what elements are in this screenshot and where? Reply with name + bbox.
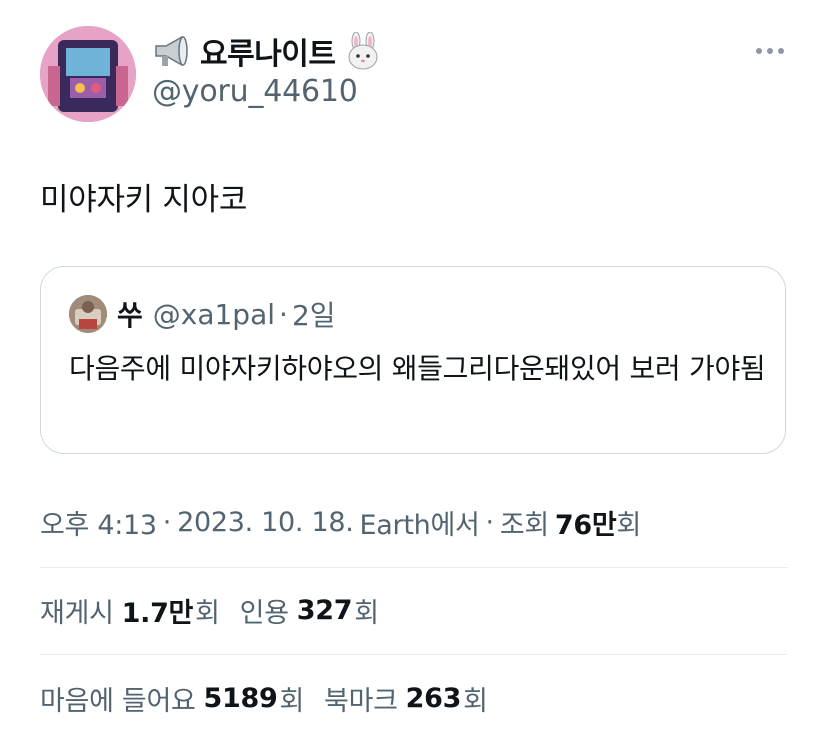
quoted-tweet[interactable]: 쑤 @xa1pal · 2일 다음주에 미야자키하야오의 왜들그리다운돼있어 보…: [40, 266, 786, 454]
views-suffix: 회: [616, 509, 641, 541]
engagement-row-1: 재게시 1.7만 회 인용 327 회: [40, 588, 399, 632]
author-handle[interactable]: @yoru_44610: [152, 74, 358, 109]
author-avatar[interactable]: [40, 26, 136, 122]
author-display-name: 요루나이트: [200, 37, 336, 72]
likes-value: 5189: [203, 682, 278, 714]
megaphone-icon: [152, 33, 192, 69]
tweet-source: Earth에서: [359, 509, 480, 541]
divider: [40, 567, 788, 568]
quote-author-avatar[interactable]: [69, 295, 107, 333]
likes-stat[interactable]: 마음에 들어요 5189 회: [40, 679, 304, 718]
quote-age[interactable]: 2일: [292, 294, 336, 334]
more-icon: [756, 48, 762, 54]
quote-text: 다음주에 미야자키하야오의 왜들그리다운돼있어 보러 가야됨: [69, 352, 766, 385]
bookmarks-label: 북마크: [324, 685, 398, 717]
tweet-date[interactable]: 2023. 10. 18.: [177, 507, 354, 538]
more-options-button[interactable]: [748, 36, 792, 66]
likes-label: 마음에 들어요: [40, 685, 196, 717]
views-value: 76만: [554, 509, 617, 541]
rabbit-icon: [344, 32, 382, 70]
views-label: 조회: [499, 509, 549, 541]
quote-author-name: 쑤: [117, 299, 143, 332]
bookmarks-stat[interactable]: 북마크 263 회: [324, 679, 488, 718]
more-icon-dot: [778, 48, 784, 54]
retweets-label: 재게시: [40, 597, 114, 629]
tweet-time[interactable]: 오후 4:13: [40, 503, 157, 542]
meta-separator: ·: [162, 506, 172, 538]
retweets-stat[interactable]: 재게시 1.7만 회: [40, 591, 220, 630]
likes-suffix: 회: [279, 685, 305, 717]
quote-avatar-image: [69, 295, 107, 333]
more-icon-dot: [767, 48, 773, 54]
quote-separator: ·: [279, 297, 288, 331]
meta-separator: ·: [485, 506, 495, 538]
bookmarks-value: 263: [405, 682, 462, 714]
quotes-label: 인용: [239, 597, 289, 629]
quotes-stat[interactable]: 인용 327 회: [240, 591, 379, 630]
views-count[interactable]: 76만 회: [555, 503, 641, 542]
avatar-image: [40, 26, 136, 122]
tweet-detail: 요루나이트 @yoru_44610 미야자키 지아코 쑤 @xa1pal · 2…: [0, 0, 828, 739]
divider: [40, 654, 788, 655]
author-name-row[interactable]: 요루나이트: [152, 30, 382, 72]
quote-header: 쑤 @xa1pal · 2일: [117, 295, 336, 333]
retweets-suffix: 회: [195, 597, 220, 629]
engagement-row-2: 마음에 들어요 5189 회 북마크 263 회: [40, 676, 508, 720]
tweet-text: 미야자키 지아코: [40, 182, 248, 218]
quotes-suffix: 회: [354, 597, 379, 629]
quote-author-handle: @xa1pal: [152, 297, 276, 331]
quotes-value: 327: [296, 594, 353, 626]
bookmarks-suffix: 회: [463, 685, 488, 717]
retweets-value: 1.7만: [121, 597, 194, 629]
tweet-meta: 오후 4:13 · 2023. 10. 18. Earth에서 · 조회 76만…: [40, 502, 641, 542]
